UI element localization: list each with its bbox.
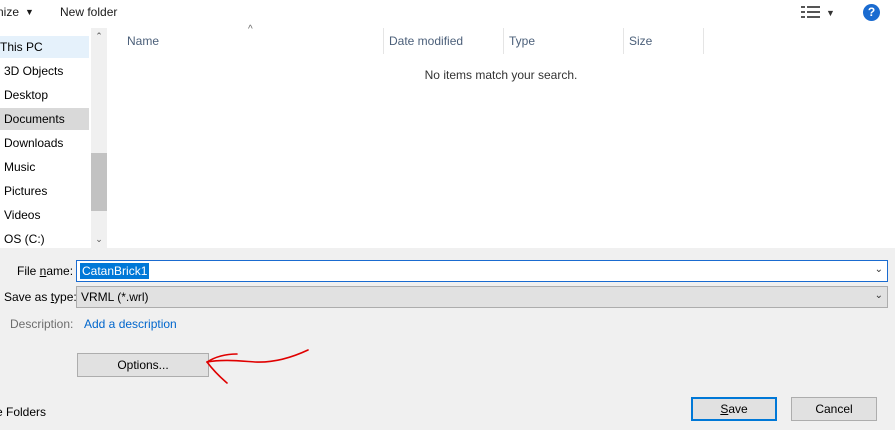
nav-item[interactable]: Pictures: [0, 180, 89, 202]
chevron-down-icon[interactable]: ⌄: [875, 264, 883, 275]
nav-item[interactable]: Documents: [0, 108, 89, 130]
view-options-chevron-icon[interactable]: ▼: [826, 8, 835, 18]
column-header-type[interactable]: Type: [503, 28, 623, 54]
chevron-down-icon: ▼: [25, 7, 34, 17]
organize-label: nize: [0, 5, 20, 19]
details-view-icon[interactable]: [800, 5, 822, 19]
scroll-up-icon[interactable]: ⌃: [93, 30, 105, 42]
nav-item[interactable]: 3D Objects: [0, 60, 89, 82]
description-label: Description:: [10, 317, 74, 331]
nav-scrollbar[interactable]: ⌃ ⌄: [91, 28, 107, 248]
save-as-type-label: Save as type:: [4, 290, 77, 304]
nav-item[interactable]: This PC: [0, 36, 89, 58]
hide-folders-toggle[interactable]: e Folders: [0, 405, 46, 419]
nav-item[interactable]: Videos: [0, 204, 89, 226]
red-arrow-annotation: [206, 349, 309, 384]
help-icon[interactable]: ?: [863, 4, 880, 21]
nav-item[interactable]: Desktop: [0, 84, 89, 106]
nav-item[interactable]: OS (C:): [0, 228, 89, 250]
scroll-down-icon[interactable]: ⌄: [93, 233, 105, 245]
nav-item[interactable]: Downloads: [0, 132, 89, 154]
file-name-value[interactable]: CatanBrick1: [80, 263, 150, 279]
save-as-type-select[interactable]: VRML (*.wrl) ⌄: [76, 286, 888, 308]
file-list[interactable]: ^ Name Date modified Type Size No items …: [107, 24, 895, 248]
column-header-name[interactable]: Name: [121, 28, 383, 54]
add-description-link[interactable]: Add a description: [84, 317, 177, 331]
navigation-pane: This PC 3D Objects Desktop Documents Downloa…: [0, 28, 91, 248]
new-folder-button[interactable]: New folder: [60, 4, 117, 20]
options-button[interactable]: Options...: [77, 353, 209, 377]
save-as-type-value: VRML (*.wrl): [81, 290, 149, 304]
file-name-field[interactable]: CatanBrick1 ⌄: [76, 260, 888, 282]
chevron-down-icon[interactable]: ⌄: [875, 290, 883, 301]
nav-item[interactable]: Music: [0, 156, 89, 178]
column-header-date-modified[interactable]: Date modified: [383, 28, 503, 54]
file-name-label: File name:: [17, 264, 74, 278]
scrollbar-thumb[interactable]: [91, 153, 107, 211]
organize-menu[interactable]: nize ▼: [0, 4, 34, 20]
column-header-size[interactable]: Size: [623, 28, 703, 54]
cancel-button[interactable]: Cancel: [791, 397, 877, 421]
toolbar: nize ▼ New folder ▼ ?: [0, 0, 895, 28]
save-button[interactable]: Save: [691, 397, 777, 421]
empty-message: No items match your search.: [424, 68, 578, 82]
